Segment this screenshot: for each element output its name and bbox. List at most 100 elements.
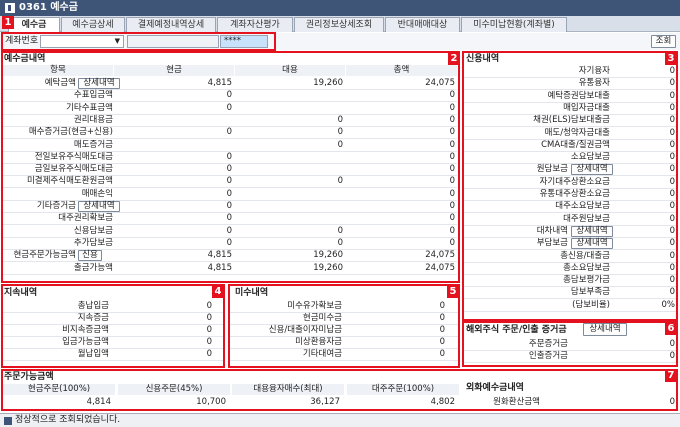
arrears-row-value: 0 (206, 349, 212, 359)
row-divider (230, 312, 458, 313)
deposit-row-cash: 0 (226, 90, 232, 100)
row-divider (3, 336, 223, 337)
credit-row-label: 총담보평가금 (563, 275, 610, 285)
orderable-col-header: 신용주문(45%) (118, 384, 230, 395)
orderable-value: 4,802 (430, 397, 455, 407)
row-divider (464, 89, 676, 90)
credit-row-value: 0 (669, 164, 675, 174)
credit-row-value: 0 (669, 189, 675, 199)
unpaid-row-label: 미수유가확보금 (287, 301, 342, 311)
credit-row-value: 0 (669, 226, 675, 236)
chevron-down-icon[interactable]: ▼ (115, 38, 120, 45)
deposit-row-label: 현금주문가능금액 (13, 250, 76, 260)
overseas-row-value: 0 (669, 339, 675, 349)
credit-row-value: 0 (669, 214, 675, 224)
credit-row-value: 0 (669, 66, 675, 76)
unpaid-row-value: 0 (439, 349, 445, 359)
credit-row-value: 0 (669, 177, 675, 187)
badge-7: 7 (665, 369, 677, 382)
badge-5: 5 (447, 285, 459, 298)
deposit-row-label: 매도증거금 (73, 140, 113, 150)
account-select[interactable]: ▼ (40, 35, 124, 48)
deposit-row-cash: 0 (226, 127, 232, 137)
deposit-row-total: 0 (449, 127, 455, 137)
row-divider (3, 274, 457, 275)
deposit-row-cash: 0 (226, 213, 232, 223)
overseas-row-value: 0 (669, 351, 675, 361)
credit-row-value: 0 (669, 91, 675, 101)
arrears-row-label: 비지속증금액 (62, 325, 109, 335)
credit-row-label: 자기대주상환소요금 (539, 177, 610, 187)
credit-detail-button[interactable]: 상세내역 (571, 164, 613, 175)
fx-row-value: 0 (669, 397, 675, 407)
deposit-row-label: 출금가능액 (73, 263, 113, 273)
credit-detail-button[interactable]: 상세내역 (571, 226, 613, 237)
credit-row-label: 부담보금 (536, 238, 568, 248)
credit-row-label: 매도/청약자금대출 (544, 128, 610, 138)
deposit-row-total: 0 (449, 115, 455, 125)
row-divider (3, 224, 457, 225)
credit-button[interactable]: 신용 (78, 250, 102, 261)
credit-row-label: 채권(ELS)담보대출금 (533, 115, 610, 125)
credit-row-label: 원담보금 (536, 164, 568, 174)
unpaid-row-value: 0 (439, 325, 445, 335)
arrears-row-value: 0 (206, 337, 212, 347)
row-divider (464, 237, 676, 238)
row-divider (230, 360, 458, 361)
deposit-row-label: 대주권리확보금 (58, 213, 113, 223)
tab-rights-info[interactable]: 권리정보상세조회 (294, 17, 384, 32)
search-button[interactable]: 조회 (651, 35, 676, 48)
deposit-row-label: 신용담보금 (73, 226, 113, 236)
tab-deposit[interactable]: 예수금 (8, 17, 60, 32)
tab-asset-eval[interactable]: 계좌자산평가 (217, 17, 293, 32)
deposit-col-sub: 대용 (235, 65, 345, 76)
badge-3: 3 (665, 52, 677, 65)
deposit-row-total: 0 (449, 226, 455, 236)
deposit-row-cash: 4,815 (207, 263, 232, 273)
deposit-row-sub: 0 (337, 115, 343, 125)
row-divider (464, 77, 676, 78)
credit-row-value: 0 (669, 78, 675, 88)
credit-row-label: 유통융자 (578, 78, 610, 88)
status-message: 정상적으로 조회되었습니다. (15, 415, 121, 425)
tab-unpaid-status[interactable]: 미수미납현황(계좌별) (461, 17, 567, 32)
deposit-row-label: 전일보유주식매도대금 (34, 152, 113, 162)
row-divider (3, 187, 457, 188)
tab-settlement-detail[interactable]: 결제예정내역상세 (126, 17, 216, 32)
badge-6: 6 (665, 322, 677, 335)
row-divider (3, 348, 223, 349)
row-divider (464, 362, 676, 363)
deposit-row-cash: 0 (226, 152, 232, 162)
row-divider (464, 225, 676, 226)
deposit-row-label: 매매손익 (81, 189, 113, 199)
credit-row-label: 총신용/대출금 (560, 251, 610, 261)
row-divider (3, 261, 457, 262)
tab-forced-sale[interactable]: 반대매매대상 (385, 17, 460, 32)
row-divider (464, 286, 676, 287)
deposit-row-label: 금일보유주식매도대금 (34, 164, 113, 174)
unpaid-row-value: 0 (439, 313, 445, 323)
deposit-row-cash: 0 (226, 103, 232, 113)
deposit-row-sub: 0 (337, 226, 343, 236)
deposit-row-total: 0 (449, 140, 455, 150)
row-divider (464, 298, 676, 299)
deposit-row-sub: 0 (337, 176, 343, 186)
tab-deposit-detail[interactable]: 예수금상세 (61, 17, 125, 32)
credit-row-label: CMA대출/질권금액 (541, 140, 610, 150)
window-title-bar: 0361 예수금 (0, 0, 680, 16)
deposit-row-total: 0 (449, 201, 455, 211)
credit-detail-button[interactable]: 상세내역 (571, 238, 613, 249)
credit-row-label: 대주소요담보금 (555, 201, 610, 211)
deposit-row-sub: 0 (337, 238, 343, 248)
arrears-row-label: 지속증금 (77, 313, 109, 323)
password-input[interactable]: **** (220, 35, 268, 48)
credit-row-value: 0 (669, 115, 675, 125)
overseas-detail-button[interactable]: 상세내역 (583, 323, 627, 336)
row-divider (3, 312, 223, 313)
credit-row-label: 예탁증권담보대출 (547, 91, 610, 101)
deposit-title: 예수금내역 (4, 54, 46, 64)
overseas-title: 해외주식 주문/인출 증거금 (466, 325, 567, 335)
app-icon (5, 3, 15, 13)
row-divider (230, 336, 458, 337)
deposit-row-cash: 0 (226, 176, 232, 186)
